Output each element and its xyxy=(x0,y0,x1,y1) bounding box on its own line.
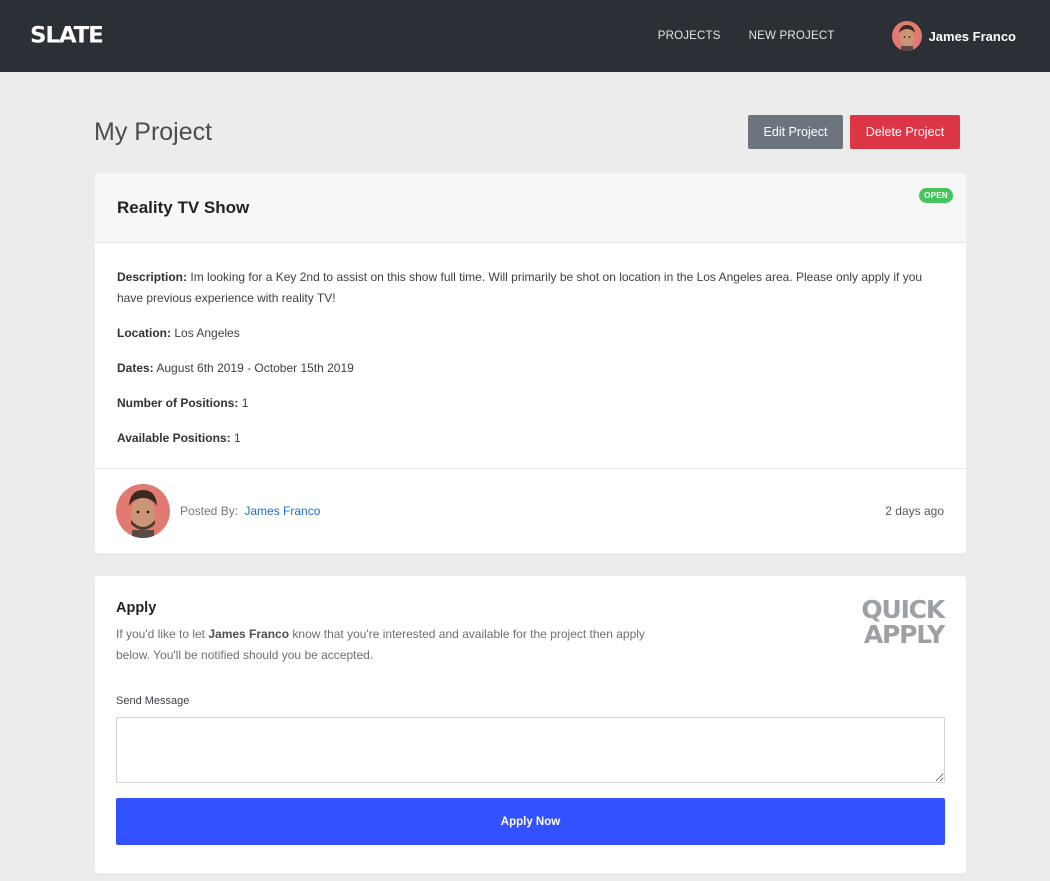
detail-value: Im looking for a Key 2nd to assist on th… xyxy=(117,270,923,305)
project-card-header: Reality TV Show OPEN xyxy=(95,173,966,243)
apply-card: Apply If you'd like to let James Franco … xyxy=(95,576,966,873)
top-navbar: SLATE PROJECTS NEW PROJECT James Franco xyxy=(0,0,1050,72)
detail-value: 1 xyxy=(241,395,249,410)
apply-title: Apply xyxy=(116,600,157,616)
apply-now-button[interactable]: Apply Now xyxy=(116,798,945,845)
project-details: Description: Im looking for a Key 2nd to… xyxy=(95,243,966,469)
nav-user-name: James Franco xyxy=(928,28,1016,44)
detail-description: Description: Im looking for a Key 2nd to… xyxy=(117,267,944,308)
brand-logo[interactable]: SLATE xyxy=(30,24,104,49)
posted-timestamp: 2 days ago xyxy=(885,504,944,518)
detail-value: 1 xyxy=(233,430,241,445)
quick-apply-logo: QUICK APPLY xyxy=(861,595,945,649)
detail-dates: Dates: August 6th 2019 - October 15th 20… xyxy=(117,358,944,379)
page-header: My Project Edit Project Delete Project xyxy=(94,115,960,149)
project-card: Reality TV Show OPEN Description: Im loo… xyxy=(95,173,966,553)
nav-user-menu[interactable]: James Franco xyxy=(891,21,1016,51)
apply-description: If you'd like to let James Franco know t… xyxy=(116,624,646,665)
page-actions: Edit Project Delete Project xyxy=(748,115,960,149)
posted-by-label: Posted By: xyxy=(180,504,239,518)
detail-value: August 6th 2019 - October 15th 2019 xyxy=(156,360,354,375)
project-title: Reality TV Show xyxy=(117,197,250,217)
quick-apply-line1: QUICK xyxy=(861,595,945,624)
nav-link-projects[interactable]: PROJECTS xyxy=(658,30,721,42)
posted-by: Posted By: James Franco xyxy=(180,504,320,518)
send-message-label: Send Message xyxy=(116,695,945,707)
detail-location: Location: Los Angeles xyxy=(117,323,944,344)
edit-project-button[interactable]: Edit Project xyxy=(748,115,843,149)
detail-label: Number of Positions: xyxy=(117,395,239,410)
page-title: My Project xyxy=(94,117,213,146)
send-message-textarea[interactable] xyxy=(116,717,945,783)
detail-label: Location: xyxy=(117,325,171,340)
poster-name-link[interactable]: James Franco xyxy=(244,504,320,518)
nav-links: PROJECTS NEW PROJECT James Franco xyxy=(658,21,1016,51)
detail-label: Available Positions: xyxy=(117,430,231,445)
detail-value: Los Angeles xyxy=(174,325,240,340)
quick-apply-line2: APPLY xyxy=(863,620,945,649)
delete-project-button[interactable]: Delete Project xyxy=(850,115,960,149)
poster-avatar-icon[interactable] xyxy=(116,484,170,538)
detail-label: Dates: xyxy=(117,360,154,375)
detail-label: Description: xyxy=(117,270,188,284)
apply-text-name: James Franco xyxy=(208,627,290,641)
send-message-label-text: Send Message xyxy=(116,695,190,707)
user-avatar-icon xyxy=(891,21,922,51)
detail-available-positions: Available Positions: 1 xyxy=(117,428,944,449)
apply-text-before: If you'd like to let xyxy=(116,627,209,641)
status-badge: OPEN xyxy=(919,188,953,203)
nav-link-new-project[interactable]: NEW PROJECT xyxy=(749,30,835,42)
detail-number-of-positions: Number of Positions: 1 xyxy=(117,393,944,414)
project-card-footer: Posted By: James Franco 2 days ago xyxy=(95,469,966,553)
